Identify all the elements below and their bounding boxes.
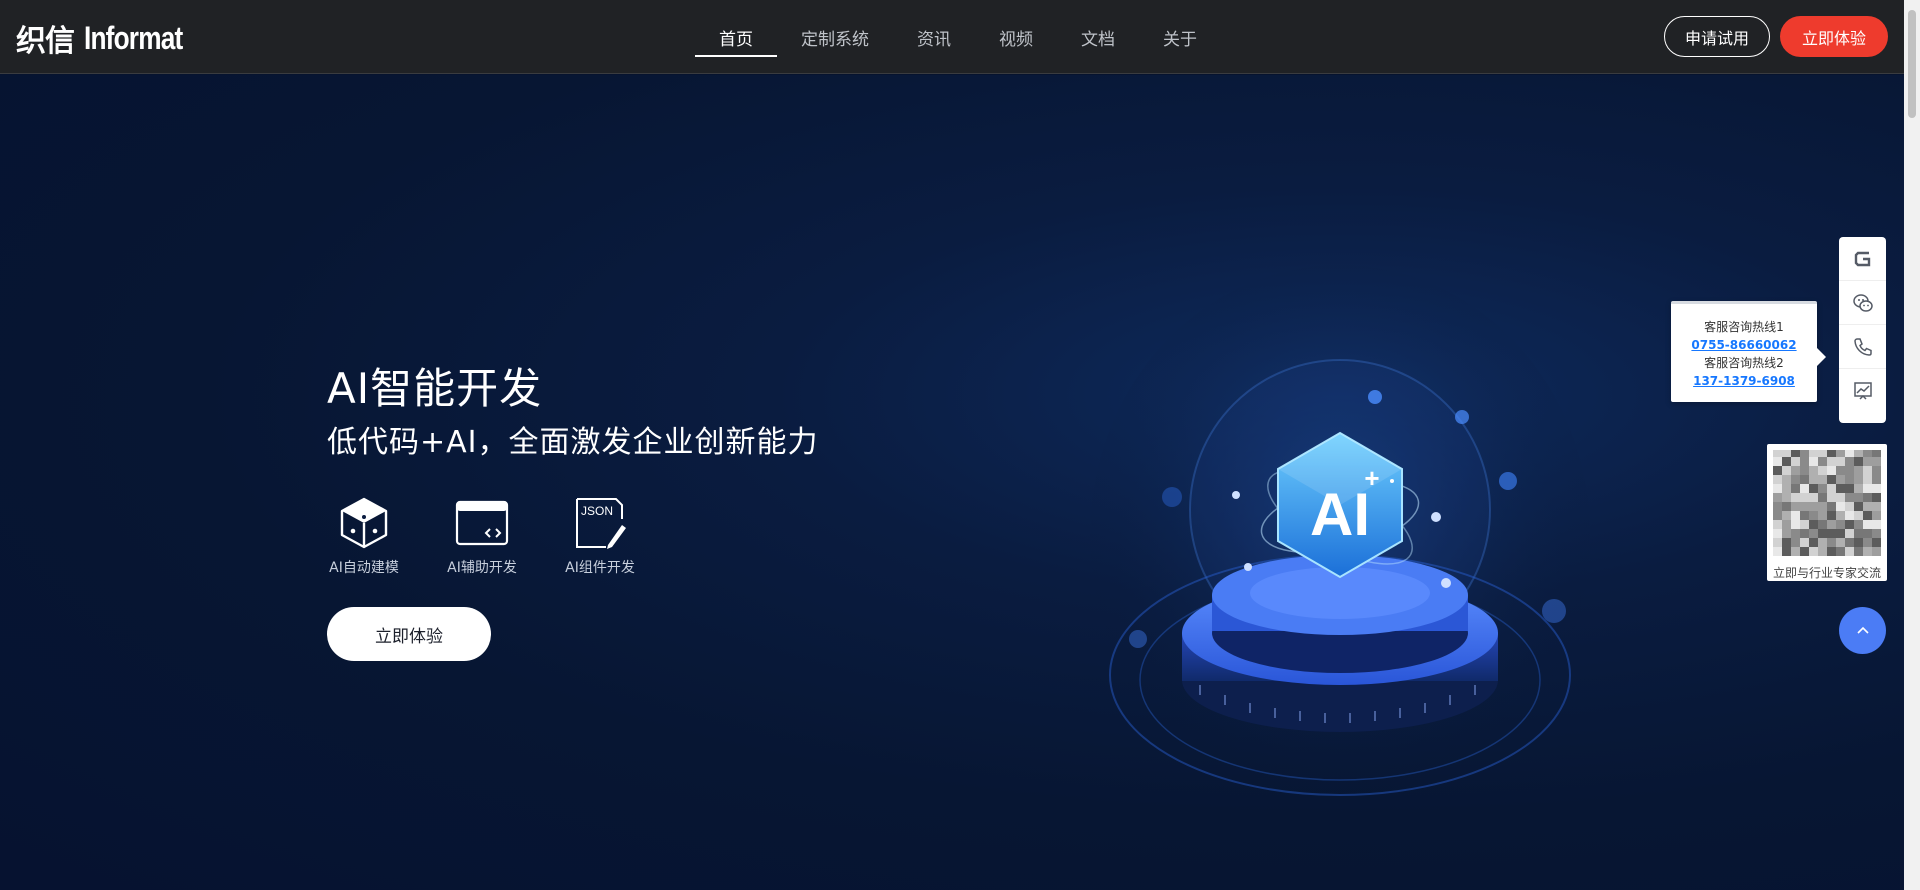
feature-ai-modeling: AI自动建模: [327, 495, 401, 577]
feature-label: AI辅助开发: [447, 560, 517, 576]
qr-caption: 立即与行业专家交流: [1773, 566, 1882, 580]
nav-item-docs[interactable]: 文档: [1057, 0, 1139, 74]
phone-icon: [1853, 337, 1872, 356]
logo-en-text: Informat: [84, 19, 183, 56]
svg-text:+: +: [1364, 463, 1379, 493]
nav-item-custom-system[interactable]: 定制系统: [777, 0, 893, 74]
cube-icon: [340, 497, 388, 549]
apply-trial-button[interactable]: 申请试用: [1663, 16, 1770, 57]
nav-item-home[interactable]: 首页: [695, 0, 777, 74]
site-logo[interactable]: 织信 Informat: [16, 16, 204, 60]
illustration-ai-text: AI: [1310, 481, 1370, 548]
chart-icon: [1853, 382, 1872, 400]
hotline-2-number[interactable]: 137-1379-6908: [1671, 372, 1817, 390]
feature-ai-component-dev: JSON AI组件开发: [563, 495, 637, 577]
feature-ai-assisted-dev: AI辅助开发: [445, 495, 519, 577]
feature-list: AI自动建模 AI辅助开发 JSON AI组件开发: [327, 495, 637, 577]
qr-code-card: 立即与行业专家交流: [1767, 444, 1887, 581]
hero-subtitle: 低代码+AI，全面激发企业创新能力: [327, 425, 819, 460]
side-btn-phone[interactable]: [1839, 325, 1886, 369]
side-btn-g[interactable]: [1839, 237, 1886, 281]
nav-item-news[interactable]: 资讯: [893, 0, 975, 74]
feature-label: AI组件开发: [565, 560, 635, 576]
experience-now-button[interactable]: 立即体验: [1779, 16, 1888, 57]
page: 织信 Informat 首页 定制系统 资讯 视频 文档 关于 申请试用 立即体…: [0, 0, 1920, 890]
feature-label: AI自动建模: [329, 560, 399, 576]
side-btn-demo[interactable]: [1839, 369, 1886, 413]
chevron-up-icon: [1856, 626, 1869, 634]
hero-experience-button[interactable]: 立即体验: [327, 607, 491, 661]
nav-item-about[interactable]: 关于: [1139, 0, 1221, 74]
hotline-popover: 客服咨询热线1 0755-86660062 客服咨询热线2 137-1379-6…: [1671, 301, 1826, 402]
wechat-icon: [1852, 293, 1873, 312]
hotline-2-label: 客服咨询热线2: [1704, 356, 1784, 370]
code-window-icon: [455, 500, 509, 546]
hotline-1-label: 客服咨询热线1: [1704, 320, 1784, 334]
hotline-1-number[interactable]: 0755-86660062: [1671, 336, 1817, 354]
main-nav: 首页 定制系统 资讯 视频 文档 关于: [695, 0, 1221, 74]
json-badge-text: JSON: [581, 504, 613, 518]
json-edit-icon: JSON: [576, 498, 626, 549]
side-btn-wechat[interactable]: [1839, 281, 1886, 325]
ai-platform-illustration: AI +: [1090, 265, 1590, 805]
top-navbar: 织信 Informat 首页 定制系统 资讯 视频 文档 关于 申请试用 立即体…: [0, 0, 1904, 74]
scrollbar-thumb[interactable]: [1908, 10, 1916, 118]
nav-actions: 申请试用 立即体验: [1663, 16, 1888, 57]
hero-title: AI智能开发: [327, 364, 543, 413]
g-logo-icon: [1854, 251, 1870, 266]
page-scrollbar[interactable]: [1904, 0, 1920, 890]
side-toolbar: [1839, 237, 1886, 423]
qr-code-image: [1773, 448, 1881, 556]
nav-item-videos[interactable]: 视频: [975, 0, 1057, 74]
back-to-top-button[interactable]: [1839, 607, 1886, 654]
hero-section: AI智能开发 低代码+AI，全面激发企业创新能力 AI自动建模 AI辅助开发 J…: [0, 75, 1904, 890]
logo-cn-text: 织信: [16, 24, 75, 59]
